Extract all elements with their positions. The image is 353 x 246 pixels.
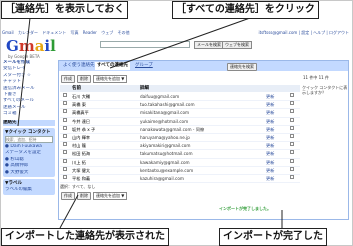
- callout-show-contacts: ［連絡先］を表示しておく: [1, 1, 129, 19]
- callout-import-complete: インポートが完了した: [219, 228, 327, 246]
- callout-imported-shown: インポートした連絡先が表示された: [1, 228, 169, 246]
- arrow-to-all-contacts-tab: [109, 17, 251, 69]
- callout-click-all-contacts: ［すべての連絡先］をクリック: [172, 1, 319, 19]
- arrow-to-imported-list: [59, 194, 79, 229]
- screenshot-stage: { "callouts": { "top_left": "［連絡先］を表示してお…: [0, 0, 353, 246]
- arrow-to-contacts: [17, 17, 31, 127]
- callout-arrows: [17, 17, 283, 229]
